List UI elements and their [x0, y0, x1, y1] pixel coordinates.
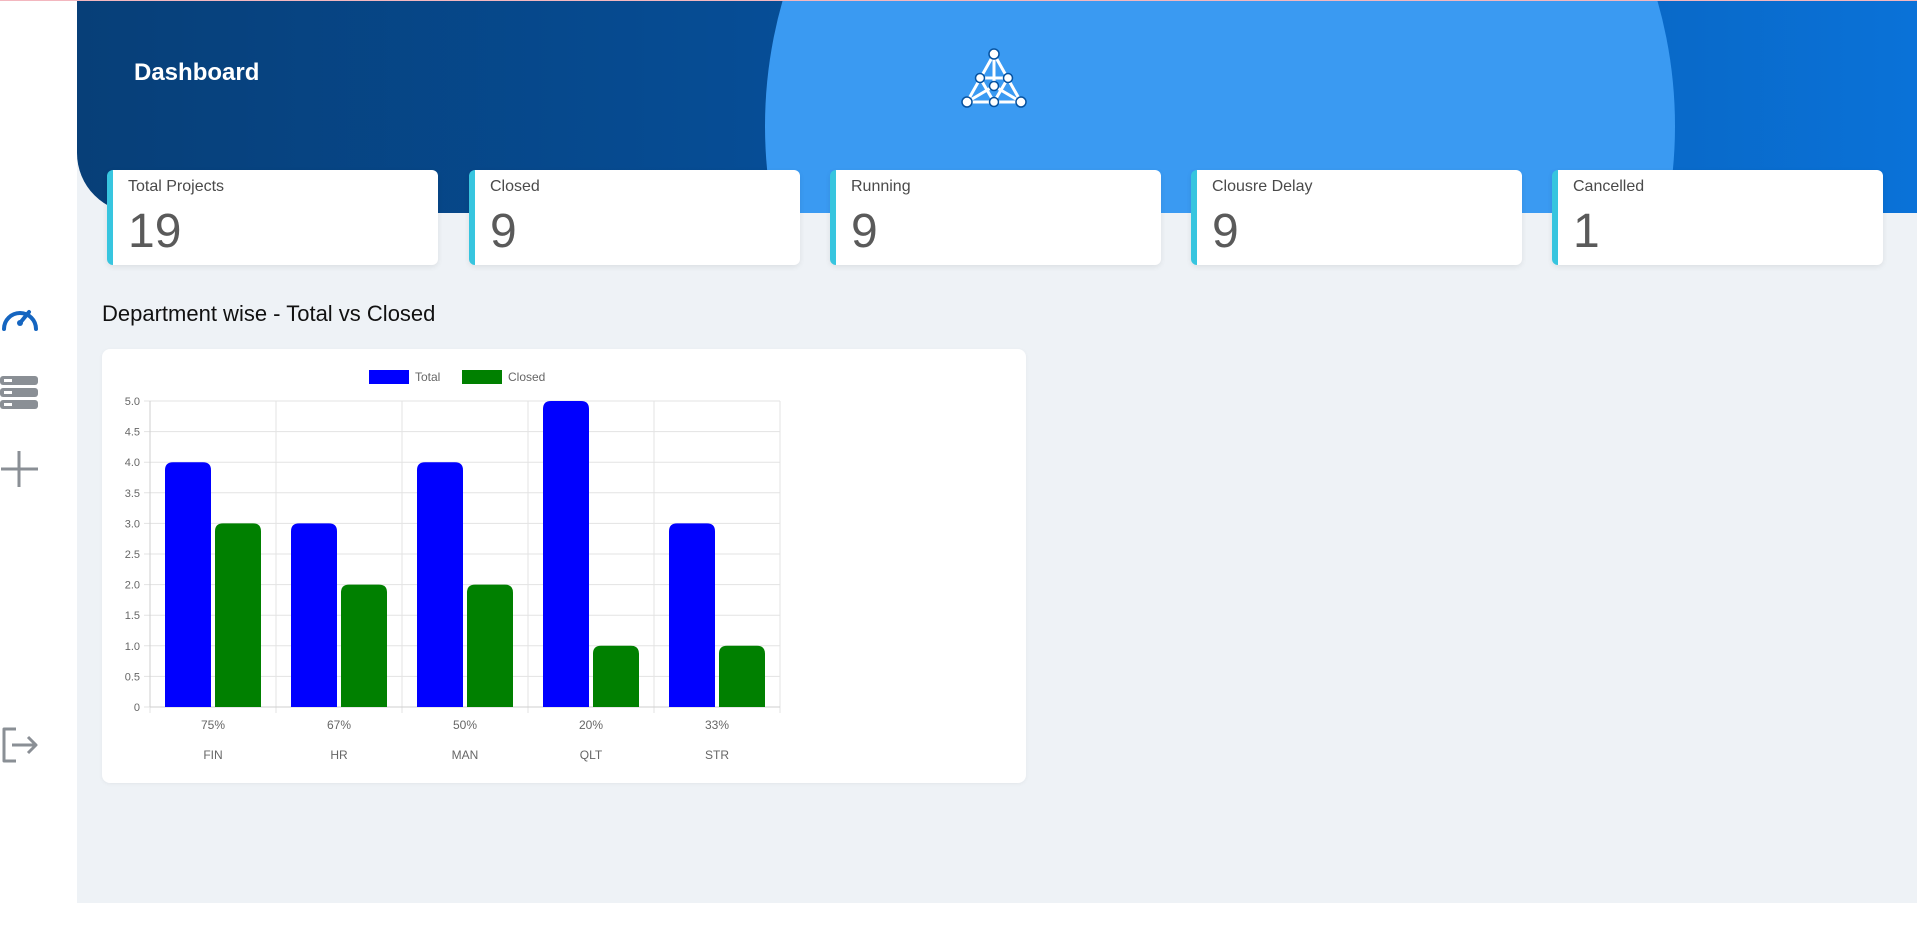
kpi-label: Closed: [490, 178, 540, 195]
y-tick-label: 2.0: [125, 580, 140, 592]
sidebar-item-logout[interactable]: [0, 725, 40, 765]
y-tick-label: 1.5: [125, 610, 140, 622]
percent-label: 20%: [579, 718, 603, 732]
kpi-card-closed: Closed 9: [469, 170, 800, 265]
kpi-value: 9: [1212, 205, 1239, 258]
kpi-value: 19: [128, 205, 182, 258]
percent-label: 33%: [705, 718, 729, 732]
sidebar-item-add[interactable]: [0, 449, 40, 489]
legend-label-closed: Closed: [508, 370, 545, 384]
category-label: STR: [705, 748, 729, 762]
bar-total-fin: [165, 462, 211, 707]
main-content: Dashboard Total Projects 19 Closed 9 Run…: [77, 1, 1917, 903]
legend-label-total: Total: [415, 370, 440, 384]
logout-icon: [2, 727, 38, 763]
bar-closed-qlt: [593, 645, 639, 707]
bar-total-str: [669, 523, 715, 707]
plus-icon: [1, 451, 38, 487]
chart-section-title: Department wise - Total vs Closed: [102, 301, 436, 326]
y-tick-label: 1.0: [125, 641, 140, 653]
percent-label: 75%: [201, 718, 225, 732]
percent-label: 50%: [453, 718, 477, 732]
category-label: HR: [330, 748, 348, 762]
bar-total-man: [417, 462, 463, 707]
sidebar-item-projects[interactable]: [0, 373, 40, 413]
bar-total-hr: [291, 523, 337, 707]
y-tick-label: 4.0: [125, 457, 140, 469]
y-tick-label: 4.5: [125, 427, 140, 439]
category-label: QLT: [580, 748, 603, 762]
department-bar-chart: 0 0.5 1.0 1.5 2.0 2.5 3.0 3.5 4.0 4.5 5.0 75% FIN 67%…: [125, 370, 781, 762]
chart-card: 0 0.5 1.0 1.5 2.0 2.5 3.0 3.5 4.0 4.5 5.0 75% FIN 67%…: [102, 349, 1026, 783]
kpi-value: 9: [490, 205, 517, 258]
kpi-card-cancelled: Cancelled 1: [1552, 170, 1883, 265]
sidebar-item-dashboard[interactable]: [0, 297, 40, 337]
y-tick-label: 0.5: [125, 671, 140, 683]
y-tick-label: 5.0: [125, 396, 140, 408]
y-tick-label: 3.0: [125, 518, 140, 530]
speedometer-icon: [2, 310, 38, 331]
kpi-label: Cancelled: [1573, 178, 1645, 195]
bar-closed-fin: [215, 523, 261, 707]
bar-closed-str: [719, 645, 765, 707]
legend-swatch-closed: [462, 370, 502, 384]
kpi-label: Total Projects: [128, 178, 225, 195]
kpi-card-running: Running 9: [830, 170, 1161, 265]
kpi-card-closure-delay: Clousre Delay 9: [1191, 170, 1522, 265]
server-stack-icon: [0, 376, 38, 409]
kpi-label: Running: [851, 178, 911, 195]
kpi-value: 9: [851, 205, 878, 258]
page-title: Dashboard: [134, 59, 260, 86]
kpi-cards: Total Projects 19 Closed 9 Running 9 Clo…: [107, 170, 1888, 265]
kpi-label: Clousre Delay: [1212, 178, 1313, 195]
bar-total-qlt: [543, 401, 589, 707]
kpi-card-total-projects: Total Projects 19: [107, 170, 438, 265]
sidebar: [0, 1, 77, 931]
category-label: MAN: [452, 748, 479, 762]
bar-closed-man: [467, 584, 513, 707]
logo-icon: [961, 48, 1027, 108]
y-tick-label: 2.5: [125, 549, 140, 561]
y-tick-label: 0: [134, 702, 140, 714]
category-label: FIN: [203, 748, 222, 762]
legend-swatch-total: [369, 370, 409, 384]
bar-closed-hr: [341, 584, 387, 707]
kpi-value: 1: [1573, 205, 1600, 258]
percent-label: 67%: [327, 718, 351, 732]
y-tick-label: 3.5: [125, 488, 140, 500]
